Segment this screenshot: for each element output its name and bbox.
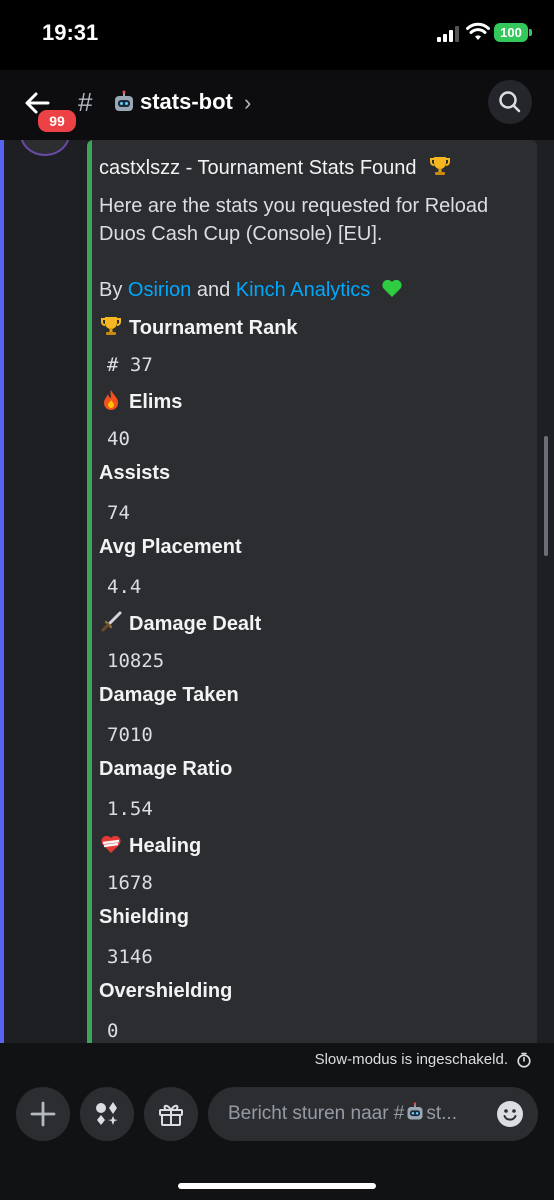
message-placeholder: Bericht sturen naar # st... <box>228 1102 457 1125</box>
message-input[interactable]: Bericht sturen naar # st... <box>208 1087 538 1141</box>
field-damage-taken: Damage Taken <box>99 684 239 707</box>
field-label: Damage Dealt <box>129 613 262 635</box>
green-heart-icon <box>382 279 402 297</box>
field-label: Damage Ratio <box>99 758 233 780</box>
robot-emoji-icon <box>407 1102 423 1120</box>
field-value: 3146 <box>107 946 153 968</box>
cell-signal-icon <box>437 26 459 42</box>
message-composer: Bericht sturen naar # st... <box>0 1077 554 1200</box>
attach-button[interactable] <box>16 1087 70 1141</box>
emoji-icon[interactable] <box>496 1100 524 1128</box>
search-icon <box>499 91 521 113</box>
channel-header: 99 # stats-bot › <box>0 70 554 140</box>
field-shielding: Shielding <box>99 906 189 929</box>
status-time: 19:31 <box>42 20 99 45</box>
field-overshielding: Overshielding <box>99 980 232 1003</box>
field-label: Tournament Rank <box>129 317 298 339</box>
field-tournament-rank: Tournament Rank <box>99 314 298 340</box>
wifi-icon <box>466 22 490 40</box>
field-label: Elims <box>129 391 183 413</box>
chevron-right-icon[interactable]: › <box>244 90 251 116</box>
trophy-icon <box>430 157 451 175</box>
trophy-icon <box>101 317 121 335</box>
kinch-analytics-link[interactable]: Kinch Analytics <box>236 279 371 301</box>
embed-accent-bar <box>87 140 92 1043</box>
field-value: 10825 <box>107 650 165 672</box>
field-elims: Elims <box>99 388 182 414</box>
gift-icon <box>159 1104 183 1126</box>
slow-mode-text: Slow-modus is ingeschakeld. <box>314 1051 508 1068</box>
channel-strip <box>0 140 4 1043</box>
apps-icon <box>96 1102 118 1125</box>
bot-avatar[interactable] <box>20 140 70 156</box>
field-label: Shielding <box>99 906 189 928</box>
by-prefix: By <box>99 279 123 301</box>
field-damage-ratio: Damage Ratio <box>99 758 232 781</box>
timer-icon <box>517 1052 531 1068</box>
osirion-link[interactable]: Osirion <box>128 279 191 301</box>
field-healing: Healing <box>99 832 201 858</box>
chat-area[interactable]: castxlszz - Tournament Stats Found Here … <box>0 140 554 1043</box>
status-bar: 19:31 100 <box>0 0 554 70</box>
and-text: and <box>196 279 231 301</box>
placeholder-prefix: Bericht sturen naar # <box>228 1103 405 1124</box>
unread-badge: 99 <box>36 108 78 134</box>
slow-mode-bar: Slow-modus is ingeschakeld. <box>0 1043 554 1077</box>
field-value: 7010 <box>107 724 153 746</box>
scrollbar[interactable] <box>544 436 548 556</box>
battery-icon: 100 <box>494 23 528 42</box>
field-label: Avg Placement <box>99 536 242 558</box>
apps-button[interactable] <box>80 1087 134 1141</box>
bandaged-heart-icon <box>101 835 121 853</box>
field-value: # 37 <box>107 354 153 376</box>
home-indicator <box>178 1183 376 1189</box>
field-label: Assists <box>99 462 171 484</box>
dagger-icon <box>101 611 122 632</box>
embed-title: castxlszz - Tournament Stats Found <box>99 154 452 180</box>
field-damage-dealt: Damage Dealt <box>99 610 261 636</box>
placeholder-suffix: st... <box>426 1103 457 1124</box>
stats-embed: castxlszz - Tournament Stats Found Here … <box>87 140 537 1043</box>
field-value: 40 <box>107 428 130 450</box>
channel-name[interactable]: stats-bot <box>140 89 233 115</box>
search-button[interactable] <box>488 80 532 124</box>
gift-button[interactable] <box>144 1087 198 1141</box>
battery-nub <box>529 29 532 36</box>
field-label: Damage Taken <box>99 684 239 706</box>
field-assists: Assists <box>99 462 170 485</box>
robot-emoji-icon <box>115 90 133 111</box>
channel-hash-icon: # <box>78 87 93 117</box>
field-value: 74 <box>107 502 130 524</box>
field-value: 4.4 <box>107 576 142 598</box>
field-label: Healing <box>129 835 202 857</box>
plus-icon <box>30 1101 56 1127</box>
field-avg-placement: Avg Placement <box>99 536 242 559</box>
field-label: Overshielding <box>99 980 233 1002</box>
embed-description: Here are the stats you requested for Rel… <box>99 195 489 245</box>
field-value: 1.54 <box>107 798 153 820</box>
embed-title-text: castxlszz - Tournament Stats Found <box>99 157 417 179</box>
fire-icon <box>104 390 118 410</box>
field-value: 1678 <box>107 872 153 894</box>
embed-credits: By Osirion and Kinch Analytics <box>99 276 410 302</box>
field-value: 0 <box>107 1020 119 1042</box>
